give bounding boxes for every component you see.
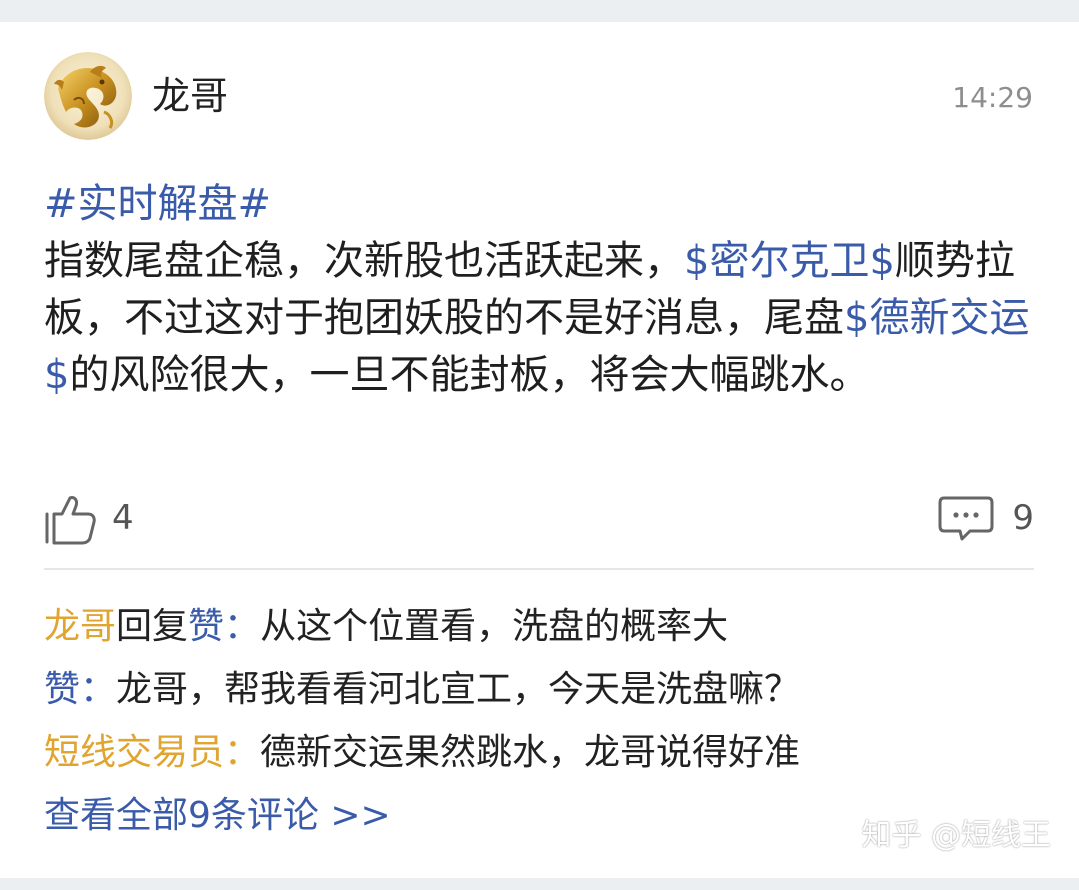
comment-colon: ： — [224, 732, 261, 773]
comment-text: 龙哥，帮我看看河北宣工，今天是洗盘嘛？ — [116, 669, 801, 710]
like-count: 4 — [112, 498, 134, 538]
author-name[interactable]: 龙哥 — [152, 74, 228, 118]
comment-author[interactable]: 赞 — [44, 669, 80, 710]
comment-item[interactable]: 赞：龙哥，帮我看看河北宣工，今天是洗盘嘛？ — [44, 658, 1036, 721]
comment-colon: ： — [224, 606, 261, 647]
comment-author[interactable]: 龙哥 — [44, 606, 116, 647]
post-content: #实时解盘# 指数尾盘企稳，次新股也活跃起来，$密尔克卫$顺势拉板，不过这对于抱团… — [44, 176, 1036, 404]
post-text-part-3: 的风险很大，一旦不能封板，将会大幅跳水。 — [69, 352, 870, 398]
comment-colon: ： — [80, 669, 117, 710]
post-text-part-1: 指数尾盘企稳，次新股也活跃起来， — [44, 238, 684, 284]
dragon-avatar-icon — [44, 52, 132, 140]
comment-text: 德新交运果然跳水，龙哥说得好准 — [260, 732, 801, 773]
comment-item[interactable]: 龙哥回复赞：从这个位置看，洗盘的概率大 — [44, 595, 1036, 658]
divider — [44, 568, 1034, 570]
post-card: 龙哥 14:29 #实时解盘# 指数尾盘企稳，次新股也活跃起来，$密尔克卫$顺势拉… — [0, 22, 1079, 878]
comment-item[interactable]: 短线交易员：德新交运果然跳水，龙哥说得好准 — [44, 721, 1036, 784]
watermark: 知乎 @短线王 — [861, 818, 1051, 853]
avatar[interactable] — [44, 52, 132, 140]
stock-tag-mierke[interactable]: $密尔克卫$ — [684, 238, 895, 284]
comment-text: 从这个位置看，洗盘的概率大 — [260, 606, 729, 647]
thumbs-up-icon[interactable] — [44, 492, 98, 546]
reply-word: 回复 — [116, 606, 189, 647]
reply-target[interactable]: 赞 — [188, 606, 224, 647]
post-actions: 4 9 — [44, 492, 1034, 552]
comment-author[interactable]: 短线交易员 — [44, 732, 224, 773]
topic-tag[interactable]: #实时解盘# — [44, 181, 271, 227]
comment-list: 龙哥回复赞：从这个位置看，洗盘的概率大 赞：龙哥，帮我看看河北宣工，今天是洗盘嘛… — [44, 595, 1036, 847]
comment-count: 9 — [1012, 498, 1034, 538]
comment-bubble-icon[interactable] — [938, 494, 994, 544]
post-time: 14:29 — [952, 81, 1033, 114]
